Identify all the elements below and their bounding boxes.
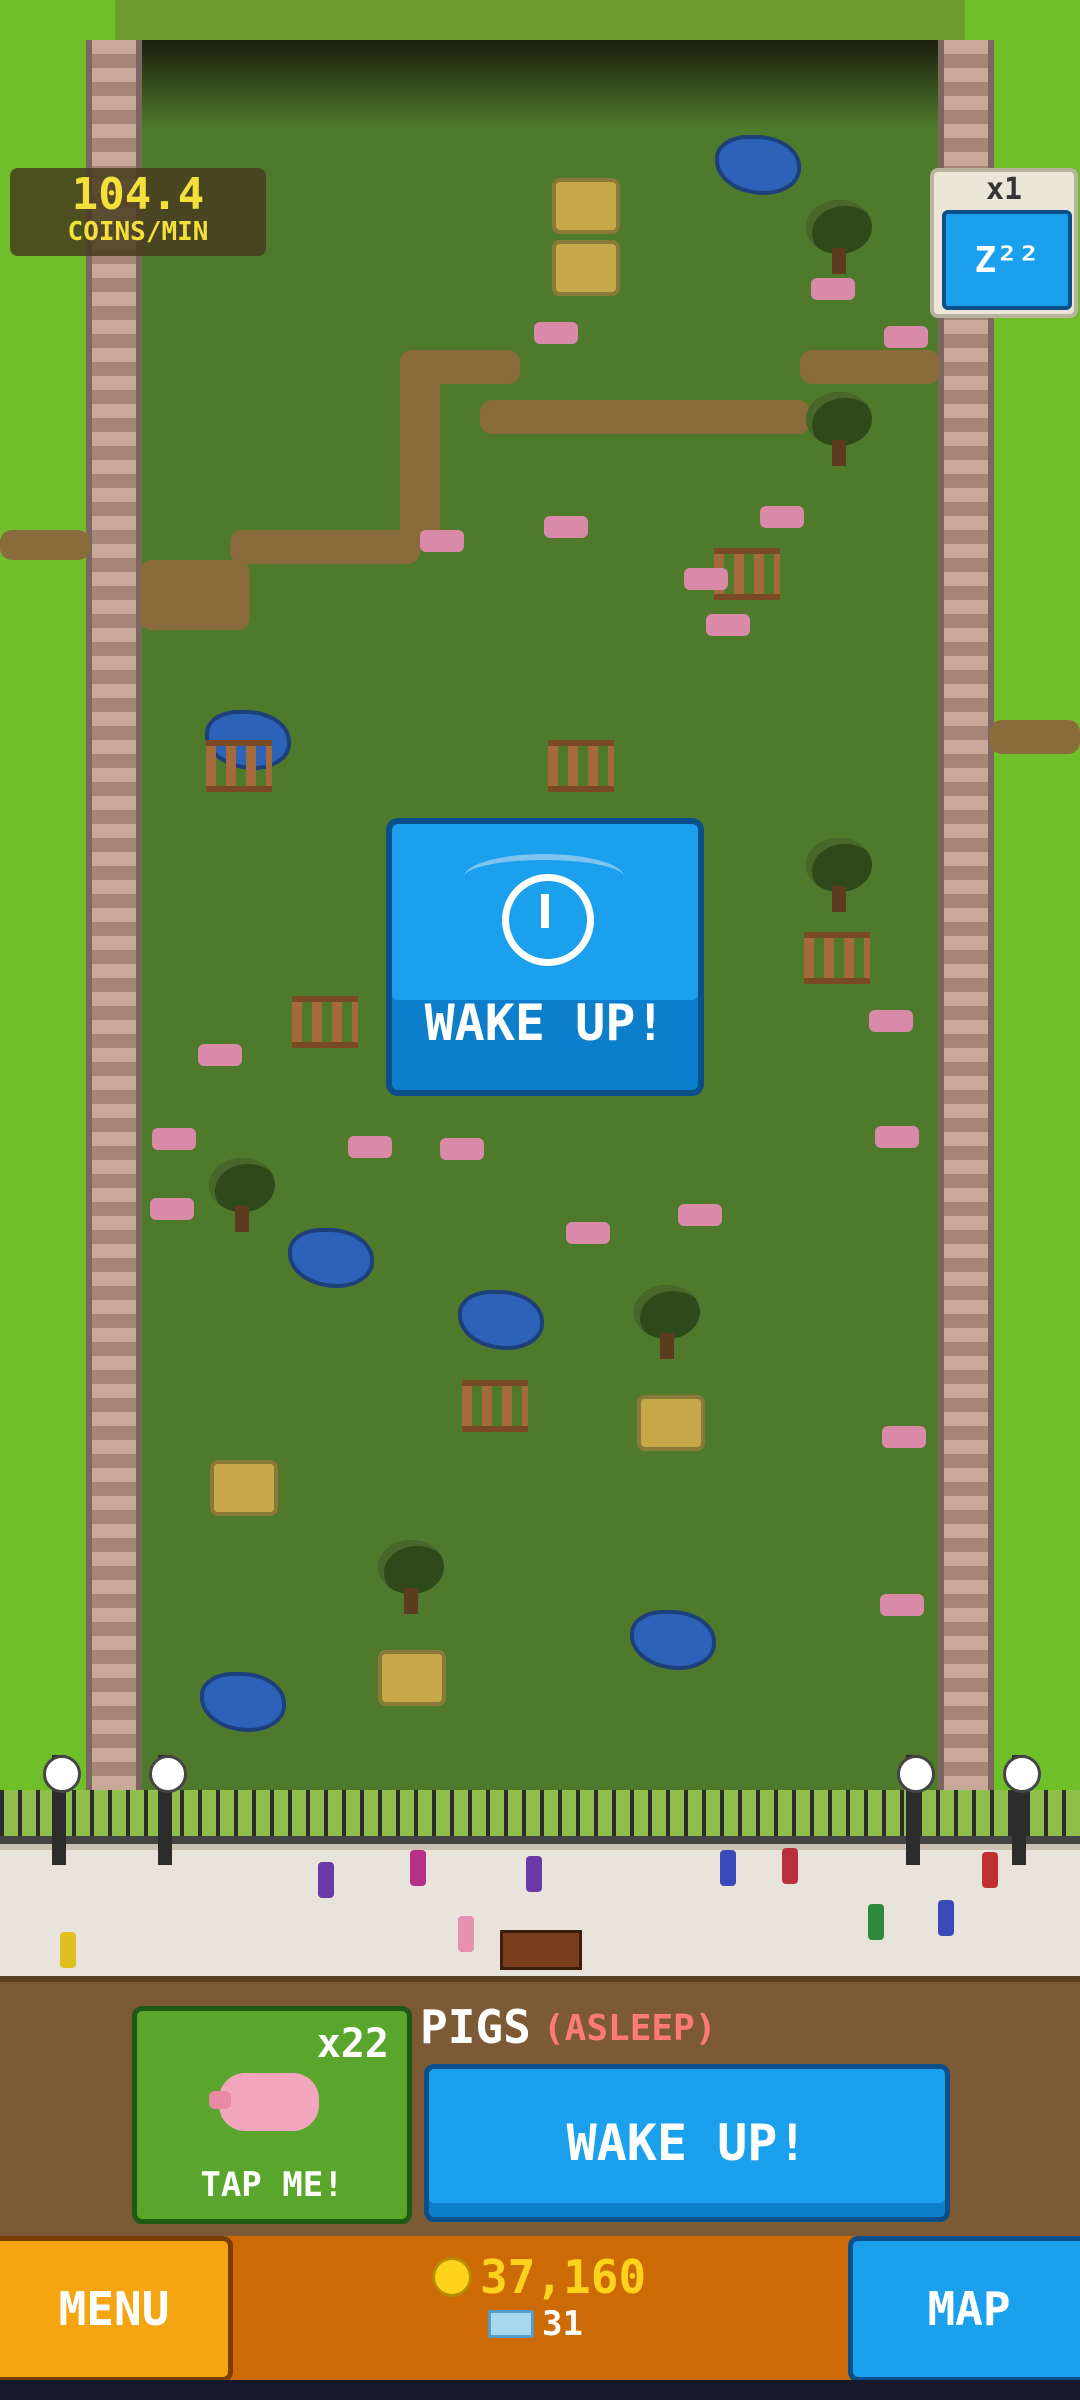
- pig[interactable]: [884, 326, 928, 348]
- pig[interactable]: [348, 1136, 392, 1158]
- tree: [802, 838, 876, 918]
- hay-bale: [210, 1460, 278, 1516]
- pig[interactable]: [880, 1594, 924, 1616]
- grass-top-right: [965, 0, 1080, 40]
- pig[interactable]: [811, 278, 855, 300]
- pedestrian: [720, 1850, 736, 1886]
- fence: [206, 740, 272, 792]
- pig[interactable]: [198, 1044, 242, 1066]
- pig[interactable]: [706, 614, 750, 636]
- rate-value: 104.4: [71, 169, 205, 220]
- fence: [804, 932, 870, 984]
- pedestrian: [318, 1862, 334, 1898]
- pig[interactable]: [150, 1198, 194, 1220]
- speed-multiplier-panel[interactable]: x1 Z²²: [930, 168, 1078, 318]
- tree: [205, 1158, 279, 1238]
- top-shadow: [90, 40, 990, 130]
- game-screen: 104.4 COINS/MIN x1 Z²² WAKE UP! x22 TAP …: [0, 0, 1080, 2400]
- street-lamp: [43, 1755, 81, 1865]
- street-lamp: [897, 1755, 935, 1865]
- street-lamp: [1003, 1755, 1041, 1865]
- dirt-path: [400, 350, 520, 384]
- wake-up-main-button[interactable]: WAKE UP!: [386, 818, 704, 1096]
- status-bar-strip: [115, 0, 965, 40]
- gem-icon: [488, 2310, 534, 2338]
- pig[interactable]: [544, 516, 588, 538]
- stone-wall-left: [86, 40, 142, 1790]
- pedestrian: [982, 1852, 998, 1888]
- dirt-path: [140, 560, 250, 630]
- pedestrian: [458, 1916, 474, 1952]
- pig[interactable]: [440, 1138, 484, 1160]
- pig[interactable]: [869, 1010, 913, 1032]
- animal-count: x22: [316, 2021, 389, 2067]
- pig[interactable]: [678, 1204, 722, 1226]
- dirt-path: [990, 720, 1080, 754]
- pig[interactable]: [684, 568, 728, 590]
- map-button[interactable]: MAP: [848, 2236, 1080, 2382]
- sleep-zzz-icon: Z²²: [974, 239, 1040, 281]
- fence: [462, 1380, 528, 1432]
- pedestrian: [526, 1856, 542, 1892]
- hay-bale: [552, 240, 620, 296]
- pig-icon: [209, 2073, 319, 2131]
- dirt-path: [230, 530, 420, 564]
- gem-value: 31: [542, 2304, 583, 2344]
- fence: [548, 740, 614, 792]
- coin-value: 37,160: [480, 2250, 647, 2304]
- pig[interactable]: [760, 506, 804, 528]
- tree: [802, 392, 876, 472]
- wake-up-button[interactable]: WAKE UP!: [424, 2064, 950, 2222]
- hay-bale: [637, 1395, 705, 1451]
- pedestrian: [60, 1932, 76, 1968]
- dirt-path: [480, 400, 810, 434]
- hay-bale: [378, 1650, 446, 1706]
- pig[interactable]: [882, 1426, 926, 1448]
- tap-me-card[interactable]: x22 TAP ME!: [132, 2006, 412, 2224]
- tree: [374, 1540, 448, 1620]
- nav-strip: [0, 2380, 1080, 2400]
- rate-unit: COINS/MIN: [67, 217, 209, 247]
- tap-me-label: TAP ME!: [200, 2165, 344, 2205]
- pedestrian: [868, 1904, 884, 1940]
- pig[interactable]: [566, 1222, 610, 1244]
- gem-balance: 31: [488, 2304, 583, 2344]
- coins-per-minute: 104.4 COINS/MIN: [10, 168, 266, 256]
- grass-left: [0, 0, 90, 1790]
- park-bench: [500, 1930, 582, 1970]
- dirt-path: [800, 350, 940, 384]
- pig[interactable]: [152, 1128, 196, 1150]
- pedestrian: [938, 1900, 954, 1936]
- grass-top-left: [0, 0, 115, 40]
- alarm-clock-icon: [464, 854, 624, 966]
- menu-button[interactable]: MENU: [0, 2236, 233, 2382]
- sleep-button[interactable]: Z²²: [942, 210, 1072, 310]
- pig[interactable]: [875, 1126, 919, 1148]
- animal-status: (ASLEEP): [543, 2008, 717, 2049]
- coin-icon: [432, 2257, 472, 2297]
- coin-balance: 37,160: [432, 2250, 646, 2304]
- tree: [802, 200, 876, 280]
- multiplier-value: x1: [985, 172, 1023, 207]
- tree: [630, 1285, 704, 1365]
- dirt-path: [0, 530, 90, 560]
- street-lamp: [149, 1755, 187, 1865]
- wake-up-main-label: WAKE UP!: [424, 994, 666, 1052]
- hay-bale: [552, 178, 620, 234]
- pedestrian: [782, 1848, 798, 1884]
- pig[interactable]: [534, 322, 578, 344]
- pedestrian: [410, 1850, 426, 1886]
- fence: [292, 996, 358, 1048]
- animal-name: PIGS: [420, 2000, 531, 2054]
- pig[interactable]: [420, 530, 464, 552]
